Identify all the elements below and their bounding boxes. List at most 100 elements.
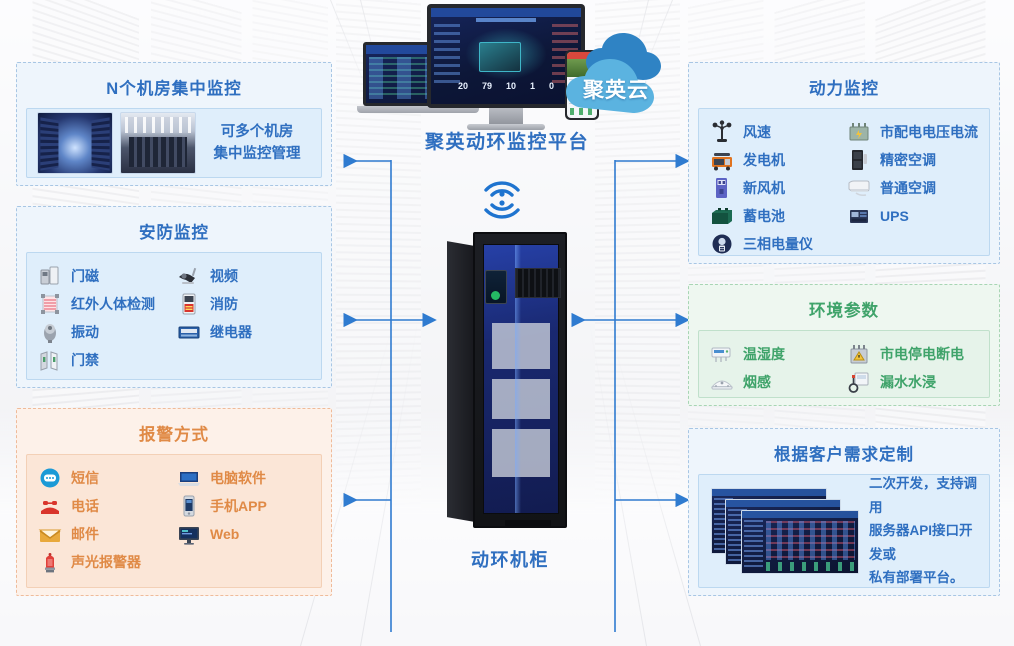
feature-label: 普通空调 <box>880 180 936 196</box>
siren-alarm-icon <box>37 550 63 574</box>
feature-label: 发电机 <box>743 152 785 168</box>
feature-infrared-detection[interactable]: 红外人体检测 <box>37 290 172 318</box>
platform-title: 聚英动环监控平台 <box>424 132 589 153</box>
monitor-stat-2: 10 <box>505 81 516 91</box>
feature-three-phase-meter[interactable]: 三相电量仪 <box>709 230 842 258</box>
dashboard-screen-3 <box>741 510 859 574</box>
panel-alarm-title: 报警方式 <box>139 426 209 444</box>
feature-telephone[interactable]: 电话 <box>37 492 172 520</box>
feature-label: 门磁 <box>71 268 99 284</box>
monitor-stat-3: 1 <box>529 81 535 91</box>
multi-room-description-line2: 集中监控管理 <box>213 146 301 162</box>
feature-relay[interactable]: 继电器 <box>176 318 311 346</box>
desktop-software-icon <box>176 466 202 490</box>
panel-environment: 环境参数 温湿度 市电停电断电 烟感 漏水水浸 <box>688 284 1000 406</box>
fire-alarm-icon <box>176 292 202 316</box>
feature-power-distribution[interactable]: 市配电电压电流 <box>846 118 979 146</box>
feature-water-leak[interactable]: 漏水水浸 <box>846 368 979 396</box>
feature-video[interactable]: 视频 <box>176 262 311 290</box>
feature-label: 市电停电断电 <box>880 346 964 362</box>
feature-label: 振动 <box>71 324 99 340</box>
panel-custom: 根据客户需求定制 二次开发，支持调用 服务器API接口开发或 私有部署平台。 <box>688 428 1000 596</box>
feature-label: 电话 <box>71 498 99 514</box>
feature-generator[interactable]: 发电机 <box>709 146 842 174</box>
feature-label: 精密空调 <box>880 152 936 168</box>
feature-label: 门禁 <box>71 352 99 368</box>
multi-room-description-line1: 可多个机房 <box>220 123 294 140</box>
panel-custom-title: 根据客户需求定制 <box>774 446 914 464</box>
custom-description: 二次开发，支持调用 服务器API接口开发或 私有部署平台。 <box>869 472 979 590</box>
fresh-air-fan-icon <box>709 176 735 200</box>
panel-security-title: 安防监控 <box>139 224 209 242</box>
video-camera-icon <box>176 264 202 288</box>
panel-alarm: 报警方式 短信 电脑软件 电话 手机APP 邮件 Web 声光报警器 <box>16 408 332 596</box>
feature-label: UPS <box>880 208 909 224</box>
generator-icon <box>709 148 735 172</box>
ups-icon <box>846 204 872 228</box>
panel-power: 动力监控 风速 市配电电压电流 发电机 精密空调 新风机 普通空调 蓄电池 UP… <box>688 62 1000 264</box>
feature-web[interactable]: Web <box>176 520 311 548</box>
access-control-gate-icon <box>37 348 63 372</box>
feature-mains-outage[interactable]: 市电停电断电 <box>846 340 979 368</box>
feature-smoke-detector[interactable]: 烟感 <box>709 368 842 396</box>
infographic-canvas: 20 79 10 1 0 聚英云 聚英动环监控平台 动环机柜 N个机房集中监控 … <box>0 0 1014 646</box>
feature-wind-speed[interactable]: 风速 <box>709 118 842 146</box>
feature-temp-humidity[interactable]: 温湿度 <box>709 340 842 368</box>
feature-access-control[interactable]: 门禁 <box>37 346 172 374</box>
server-room-gray-photo <box>120 112 196 174</box>
feature-label: 风速 <box>743 124 771 140</box>
vibration-sensor-icon <box>37 320 63 344</box>
feature-battery[interactable]: 蓄电池 <box>709 202 842 230</box>
feature-door-magnetic[interactable]: 门磁 <box>37 262 172 290</box>
feature-siren[interactable]: 声光报警器 <box>37 548 172 576</box>
feature-label: 短信 <box>71 470 99 486</box>
split-air-conditioner-icon <box>846 176 872 200</box>
infrared-body-detector-icon <box>37 292 63 316</box>
relay-module-icon <box>176 320 202 344</box>
feature-label: 三相电量仪 <box>743 236 813 252</box>
feature-label: 电脑软件 <box>210 470 266 486</box>
feature-label: 继电器 <box>210 324 252 340</box>
cabinet-label: 动环机柜 <box>471 550 549 570</box>
feature-label: 漏水水浸 <box>880 374 936 390</box>
feature-label: 新风机 <box>743 180 785 196</box>
feature-fire-protection[interactable]: 消防 <box>176 290 311 318</box>
email-envelope-icon <box>37 522 63 546</box>
panel-multi-room-title: N个机房集中监控 <box>106 80 242 98</box>
monitoring-cabinet <box>447 232 573 532</box>
precision-air-conditioner-icon <box>846 148 872 172</box>
mains-power-outage-icon <box>846 342 872 366</box>
feature-label: 温湿度 <box>743 346 785 362</box>
cabinet-hmi-touchscreen <box>485 270 507 304</box>
feature-label: 烟感 <box>743 374 771 390</box>
feature-sms[interactable]: 短信 <box>37 464 172 492</box>
mobile-app-icon <box>176 494 202 518</box>
feature-label: 视频 <box>210 268 238 284</box>
three-phase-meter-icon <box>709 232 735 256</box>
feature-precision-ac[interactable]: 精密空调 <box>846 146 979 174</box>
custom-description-line2: 服务器API接口开发或 <box>869 523 973 562</box>
feature-mobile-app[interactable]: 手机APP <box>176 492 311 520</box>
feature-label: 手机APP <box>210 498 267 514</box>
panel-security: 安防监控 门磁 视频 红外人体检测 消防 振动 继电器 门禁 <box>16 206 332 388</box>
panel-environment-title: 环境参数 <box>809 302 879 320</box>
door-magnetic-sensor-icon <box>37 264 63 288</box>
wireless-signal-icon <box>473 170 531 222</box>
feature-label: 邮件 <box>71 526 99 542</box>
custom-description-line3: 私有部署平台。 <box>869 570 964 586</box>
feature-split-ac[interactable]: 普通空调 <box>846 174 979 202</box>
feature-fresh-air-fan[interactable]: 新风机 <box>709 174 842 202</box>
feature-desktop-software[interactable]: 电脑软件 <box>176 464 311 492</box>
power-distribution-icon <box>846 120 872 144</box>
feature-email[interactable]: 邮件 <box>37 520 172 548</box>
feature-vibration[interactable]: 振动 <box>37 318 172 346</box>
panel-power-title: 动力监控 <box>809 80 879 98</box>
multi-room-description: 可多个机房 集中监控管理 <box>203 121 311 166</box>
web-monitor-icon <box>176 522 202 546</box>
temperature-humidity-sensor-icon <box>709 342 735 366</box>
cabinet-vent-grille <box>515 268 561 298</box>
monitor-stat-1: 79 <box>481 81 492 91</box>
anemometer-icon <box>709 120 735 144</box>
monitor-stat-0: 20 <box>457 81 468 91</box>
feature-ups[interactable]: UPS <box>846 202 979 230</box>
